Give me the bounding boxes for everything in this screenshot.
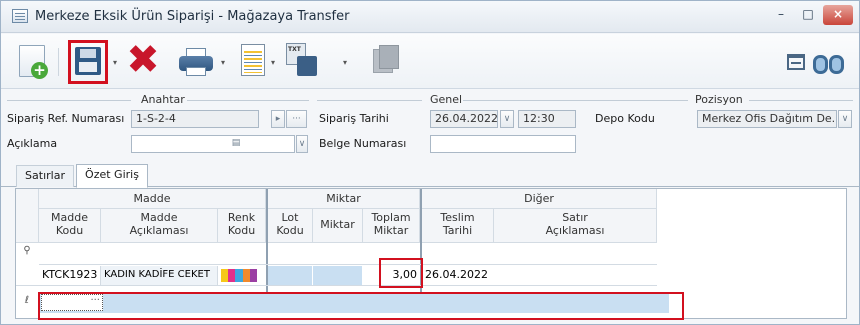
filter-row[interactable] <box>39 243 657 265</box>
col-madde-aciklamasi[interactable]: Madde Açıklaması <box>101 209 218 243</box>
col-miktar[interactable]: Miktar <box>313 209 363 243</box>
siparis-ref-lookup-button[interactable]: ··· <box>286 110 307 128</box>
columns-icon[interactable] <box>787 54 805 70</box>
new-row-highlight-box <box>38 292 684 320</box>
binoculars-icon[interactable] <box>813 47 845 75</box>
minimize-button[interactable]: – <box>770 5 792 25</box>
form-icon <box>12 9 28 23</box>
filter-row-icon[interactable]: ⚲ <box>16 245 38 256</box>
siparis-saati-field[interactable]: 12:30 <box>518 110 576 128</box>
cell-miktar[interactable] <box>313 266 363 285</box>
siparis-ref-arrow-button[interactable]: ▸ <box>271 110 285 128</box>
title-bar: Merkeze Eksik Ürün Siparişi - Mağazaya T… <box>1 1 859 33</box>
group-line <box>317 100 422 101</box>
save-icon-shutter <box>80 49 96 58</box>
save-icon[interactable] <box>75 47 101 75</box>
aciklama-field[interactable] <box>131 135 295 153</box>
print-icon-tray <box>186 67 206 76</box>
col-lot-kodu[interactable]: Lot Kodu <box>268 209 313 243</box>
toolbar-separator <box>58 48 59 76</box>
save-dropdown-icon[interactable]: ▾ <box>111 58 119 68</box>
group-title-pozisyon: Pozisyon <box>695 93 743 106</box>
siparis-ref-label: Sipariş Ref. Numarası <box>7 112 125 125</box>
delete-icon[interactable]: ✖ <box>126 40 160 80</box>
save-icon-label <box>79 62 97 72</box>
group-line <box>749 100 853 101</box>
lines-grid: Madde Miktar Diğer Madde Kodu Madde Açık… <box>15 188 847 320</box>
txt-icon-disk <box>297 56 317 76</box>
document-icon-lines <box>244 49 262 73</box>
aciklama-label: Açıklama <box>7 137 58 150</box>
group-title-genel: Genel <box>430 93 463 106</box>
maximize-button[interactable]: □ <box>797 5 819 25</box>
txt-save-icon[interactable]: TXT <box>286 43 318 77</box>
cell-satir-aciklamasi[interactable] <box>494 266 657 285</box>
date-dropdown-button[interactable]: ∨ <box>500 110 514 128</box>
group-line <box>7 100 131 101</box>
col-teslim-tarihi[interactable]: Teslim Tarihi <box>422 209 494 243</box>
color-swatch <box>221 269 229 282</box>
app-window: Merkeze Eksik Ürün Siparişi - Mağazaya T… <box>0 0 860 325</box>
cell-lot-kodu[interactable] <box>268 266 313 285</box>
col-satir-aciklamasi[interactable]: Satır Açıklaması <box>494 209 657 243</box>
color-swatch <box>249 269 257 282</box>
group-line <box>187 100 309 101</box>
cell-madde-kodu[interactable]: KTCK1923 <box>39 266 101 285</box>
siparis-tarihi-field[interactable]: 26.04.2022 <box>430 110 498 128</box>
col-renk-kodu[interactable]: Renk Kodu <box>218 209 266 243</box>
depo-kodu-label: Depo Kodu <box>595 112 655 125</box>
binoculars-left-lens <box>813 55 828 74</box>
siparis-ref-field[interactable]: 1-S-2-4 <box>131 110 259 128</box>
toplam-miktar-highlight-box <box>379 258 423 288</box>
depo-dropdown-button[interactable]: ∨ <box>838 110 852 128</box>
row-divider <box>16 285 657 286</box>
grid-corner <box>16 189 39 243</box>
belge-numarasi-field[interactable] <box>430 135 576 153</box>
siparis-tarihi-label: Sipariş Tarihi <box>319 112 389 125</box>
color-swatch <box>235 269 243 282</box>
close-button[interactable]: × <box>823 5 853 25</box>
tab-strip: Satırlar Özet Giriş <box>1 163 859 188</box>
plus-icon: + <box>31 62 48 79</box>
copy-icon-front <box>379 45 399 69</box>
memo-icon[interactable]: ▤ <box>228 135 244 153</box>
cell-teslim-tarihi[interactable]: 26.04.2022 <box>422 266 494 285</box>
group-line <box>463 100 688 101</box>
band-madde: Madde <box>39 189 266 209</box>
color-swatch <box>242 269 250 282</box>
toolbar: + ▾ ✖ ▾ ▾ TXT ▾ <box>1 34 859 89</box>
belge-numarasi-label: Belge Numarası <box>319 137 407 150</box>
header-panel: Anahtar Sipariş Ref. Numarası 1-S-2-4 ▸ … <box>1 90 859 163</box>
copy-icon[interactable] <box>373 45 401 75</box>
tab-ozet-giris[interactable]: Özet Giriş <box>76 164 148 188</box>
print-dropdown-icon[interactable]: ▾ <box>219 58 227 68</box>
color-swatch <box>228 269 236 282</box>
aciklama-dropdown-button[interactable]: ∨ <box>296 135 308 153</box>
document-icon[interactable] <box>241 44 265 76</box>
group-title-anahtar: Anahtar <box>141 93 185 106</box>
depo-kodu-field[interactable]: Merkez Ofis Dağıtım De... <box>697 110 837 128</box>
txt-dropdown-icon[interactable]: ▾ <box>341 58 349 68</box>
document-dropdown-icon[interactable]: ▾ <box>269 58 277 68</box>
print-icon[interactable] <box>179 48 213 76</box>
new-row-indicator-icon: ℓ <box>24 295 30 306</box>
tab-satirlar[interactable]: Satırlar <box>16 165 74 187</box>
col-toplam-miktar[interactable]: Toplam Miktar <box>363 209 420 243</box>
col-madde-kodu[interactable]: Madde Kodu <box>39 209 101 243</box>
band-miktar: Miktar <box>268 189 420 209</box>
band-diger: Diğer <box>422 189 657 209</box>
cell-renk-kodu[interactable] <box>218 266 266 285</box>
binoculars-right-lens <box>829 55 844 74</box>
new-doc-icon[interactable]: + <box>19 45 48 79</box>
window-title: Merkeze Eksik Ürün Siparişi - Mağazaya T… <box>35 9 350 24</box>
cell-madde-aciklamasi[interactable]: KADIN KADİFE CEKET <box>101 266 218 285</box>
